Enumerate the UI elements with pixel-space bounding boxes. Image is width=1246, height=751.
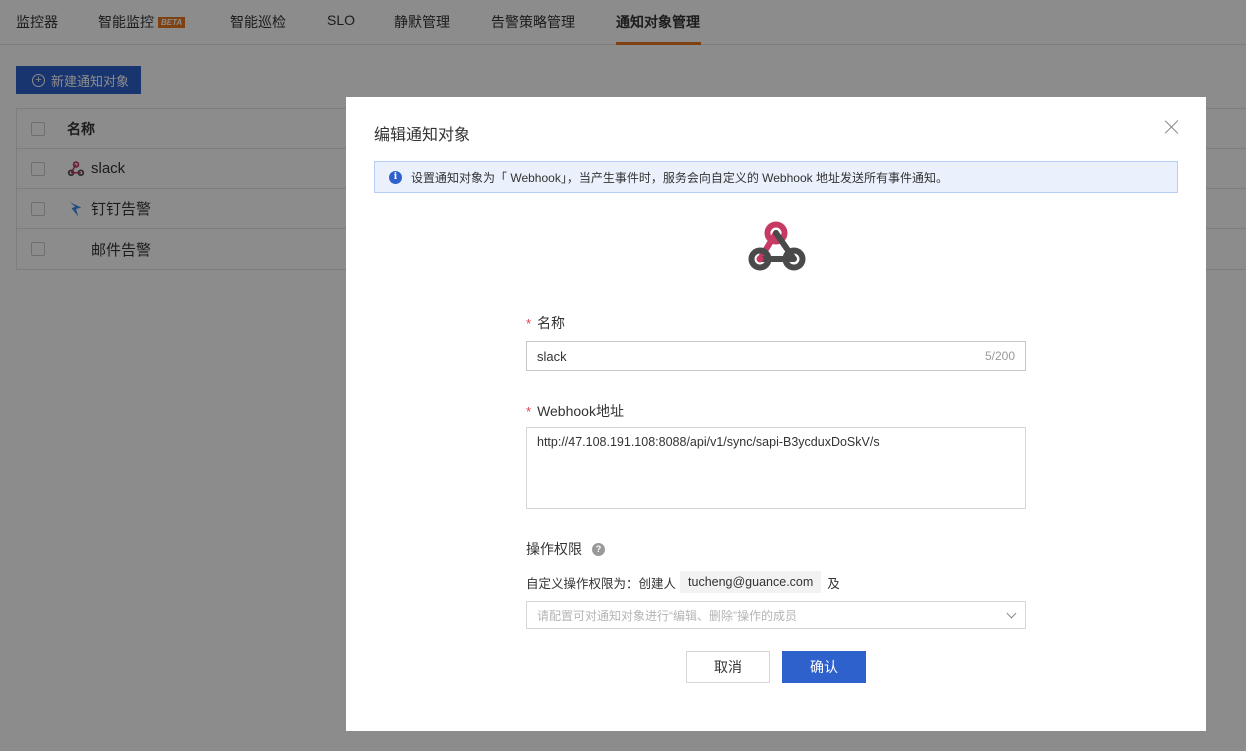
webhook-label-row: * Webhook地址 bbox=[526, 401, 1026, 421]
name-input-value: slack bbox=[537, 348, 567, 364]
permission-description: 自定义操作权限为：创建人 tucheng@guance.com 及 bbox=[526, 571, 1026, 593]
name-input[interactable]: slack 5/200 bbox=[526, 341, 1026, 371]
required-mark: * bbox=[526, 315, 532, 331]
edit-notification-target-modal: 编辑通知对象 i 设置通知对象为「 Webhook」，当产生事件时，服务会向自定… bbox=[346, 97, 1206, 731]
confirm-button[interactable]: 确认 bbox=[782, 651, 866, 683]
member-select[interactable]: 请配置可对通知对象进行“编辑、删除”操作的成员 bbox=[526, 601, 1026, 629]
webhook-url-textarea[interactable]: http://47.108.191.108:8088/api/v1/sync/s… bbox=[526, 427, 1026, 509]
help-icon[interactable]: ? bbox=[592, 542, 605, 556]
creator-chip: tucheng@guance.com bbox=[680, 571, 822, 593]
webhook-logo-icon bbox=[748, 221, 806, 271]
permission-suffix: 及 bbox=[827, 576, 840, 591]
info-icon: i bbox=[389, 170, 402, 184]
permission-label-row: 操作权限 ? bbox=[526, 539, 1026, 559]
modal-title: 编辑通知对象 bbox=[374, 127, 471, 144]
cancel-button[interactable]: 取消 bbox=[686, 651, 770, 683]
required-mark: * bbox=[526, 403, 532, 419]
webhook-label: Webhook地址 bbox=[537, 403, 624, 419]
info-banner: i 设置通知对象为「 Webhook」，当产生事件时，服务会向自定义的 Webh… bbox=[374, 161, 1178, 193]
name-label-row: * 名称 bbox=[526, 313, 1026, 333]
permission-label: 操作权限 bbox=[526, 541, 582, 557]
permission-text: 自定义操作权限为：创建人 bbox=[526, 576, 677, 591]
name-label: 名称 bbox=[537, 315, 566, 331]
close-icon[interactable] bbox=[1164, 119, 1180, 135]
member-select-placeholder: 请配置可对通知对象进行“编辑、删除”操作的成员 bbox=[537, 608, 797, 623]
chevron-down-icon bbox=[1006, 608, 1017, 618]
notification-target-form: * 名称 slack 5/200 * Webhook地址 http://47.1… bbox=[526, 313, 1026, 629]
info-text: 设置通知对象为「 Webhook」，当产生事件时，服务会向自定义的 Webhoo… bbox=[411, 170, 948, 185]
name-char-count: 5/200 bbox=[984, 349, 1015, 363]
